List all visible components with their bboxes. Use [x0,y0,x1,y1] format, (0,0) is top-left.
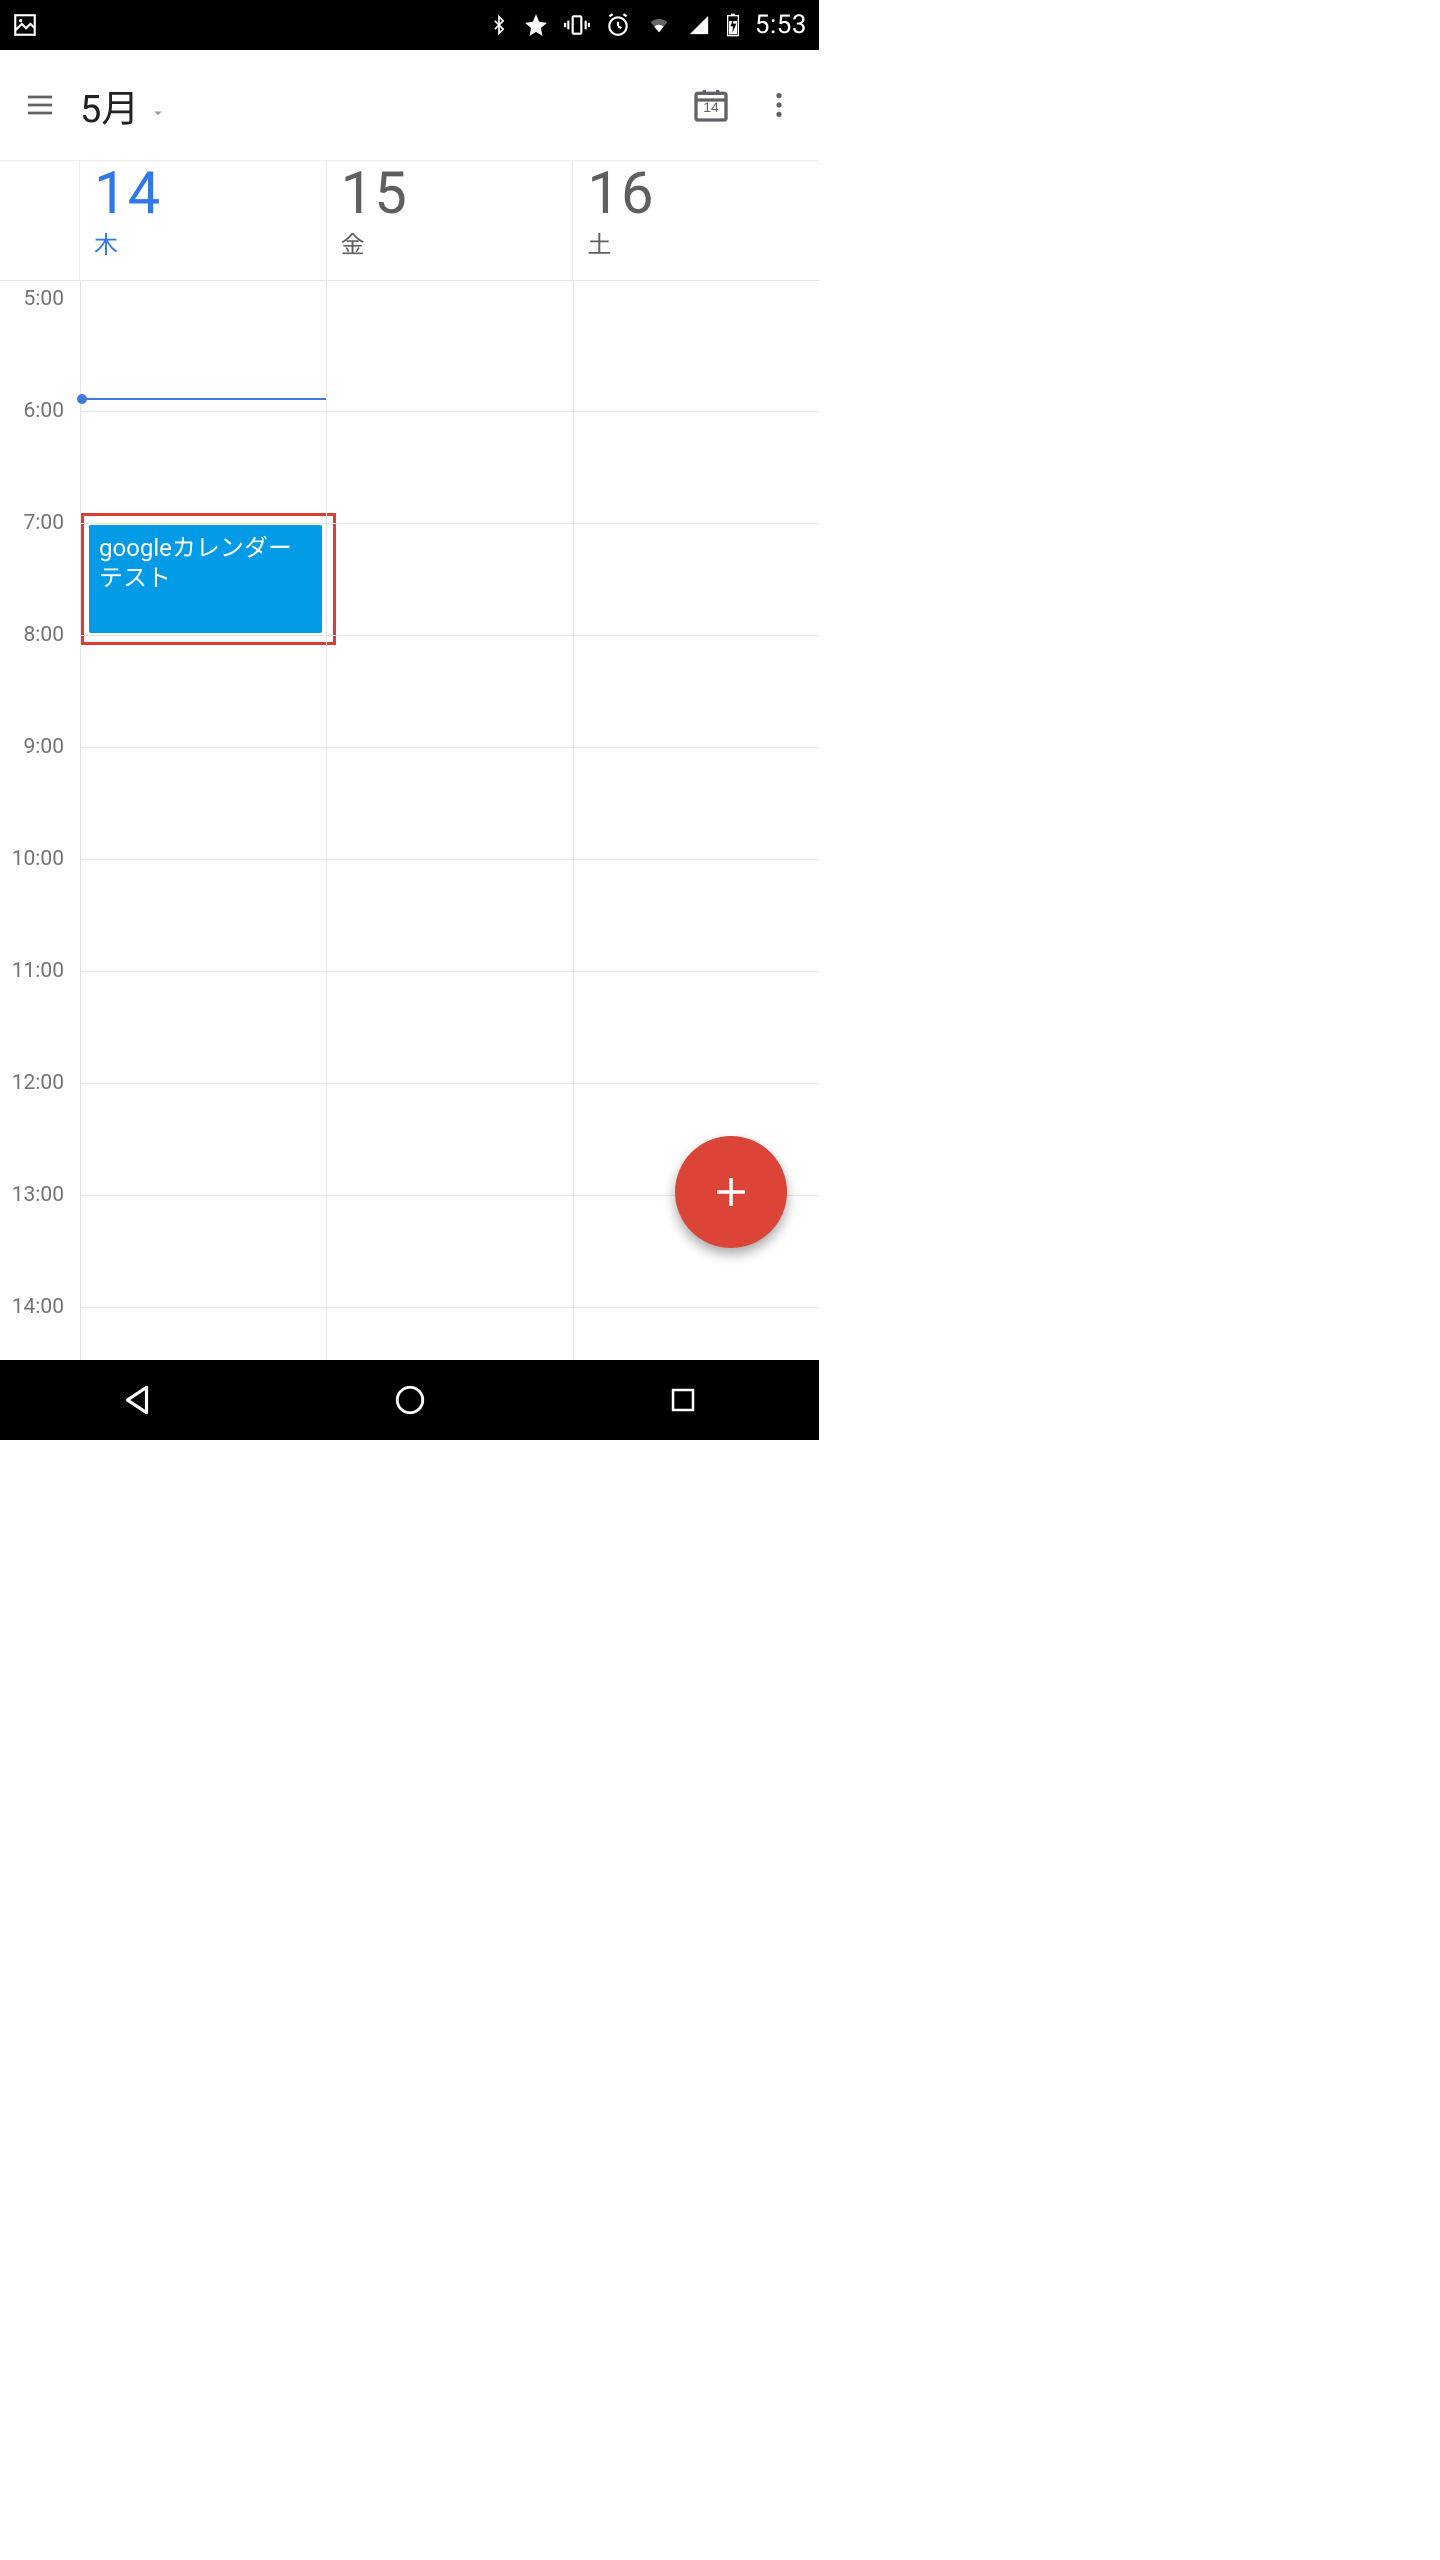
day-number: 16 [587,165,805,223]
day-number: 14 [94,165,312,223]
battery-icon [725,12,741,38]
star-icon [523,12,549,38]
day-weekday: 土 [587,225,805,260]
day-column[interactable] [326,281,572,1360]
recent-button[interactable] [659,1376,707,1424]
vibrate-icon [563,12,591,38]
hour-label: 11:00 [12,959,64,983]
home-icon [393,1383,427,1417]
back-icon [118,1381,156,1419]
day-number: 15 [341,165,559,223]
hamburger-icon [24,89,56,121]
day-header-gutter [0,161,80,280]
hour-label: 12:00 [12,1071,64,1095]
picture-icon [12,12,38,38]
calendar-grid[interactable]: 5:00 6:00 7:00 8:00 9:00 10:00 11:00 12:00 13:00… [0,280,819,1360]
status-left [12,12,38,38]
status-right: 5:53 [489,10,807,40]
plus-icon [710,1171,752,1213]
status-time: 5:53 [755,10,807,40]
calendar-event[interactable]: googleカレンダーテスト [89,525,322,633]
now-indicator [81,398,326,400]
day-weekday: 木 [94,225,312,260]
time-gutter: 5:00 6:00 7:00 8:00 9:00 10:00 11:00 12:00 13:00… [0,281,80,1360]
wifi-icon [645,14,673,36]
recent-icon [668,1385,698,1415]
day-header[interactable]: 15 金 [327,161,574,280]
hour-label: 9:00 [24,735,65,759]
month-selector[interactable]: 5月 [80,78,167,133]
hour-label: 8:00 [24,623,65,647]
android-nav-bar [0,1360,819,1440]
bluetooth-icon [489,12,509,38]
hour-label: 14:00 [12,1295,64,1319]
hour-label: 6:00 [24,399,65,423]
hour-label: 5:00 [24,287,65,311]
day-header-row: 14 木 15 金 16 土 [0,160,819,280]
hour-label: 13:00 [12,1183,64,1207]
day-header[interactable]: 14 木 [80,161,327,280]
menu-button[interactable] [16,81,64,129]
day-column[interactable]: googleカレンダーテスト [80,281,326,1360]
alarm-icon [605,12,631,38]
home-button[interactable] [386,1376,434,1424]
hour-label: 7:00 [24,511,65,535]
more-vert-icon [763,89,795,121]
add-event-fab[interactable] [675,1136,787,1248]
signal-icon [687,14,711,36]
day-header[interactable]: 16 土 [573,161,819,280]
back-button[interactable] [113,1376,161,1424]
overflow-button[interactable] [755,81,803,129]
hour-label: 10:00 [12,847,64,871]
app-bar: 5月 14 [0,50,819,160]
status-bar: 5:53 [0,0,819,50]
today-button[interactable]: 14 [687,81,735,129]
dropdown-icon [149,104,167,122]
day-weekday: 金 [341,225,559,260]
today-icon-day: 14 [703,99,719,115]
month-label: 5月 [80,78,139,133]
